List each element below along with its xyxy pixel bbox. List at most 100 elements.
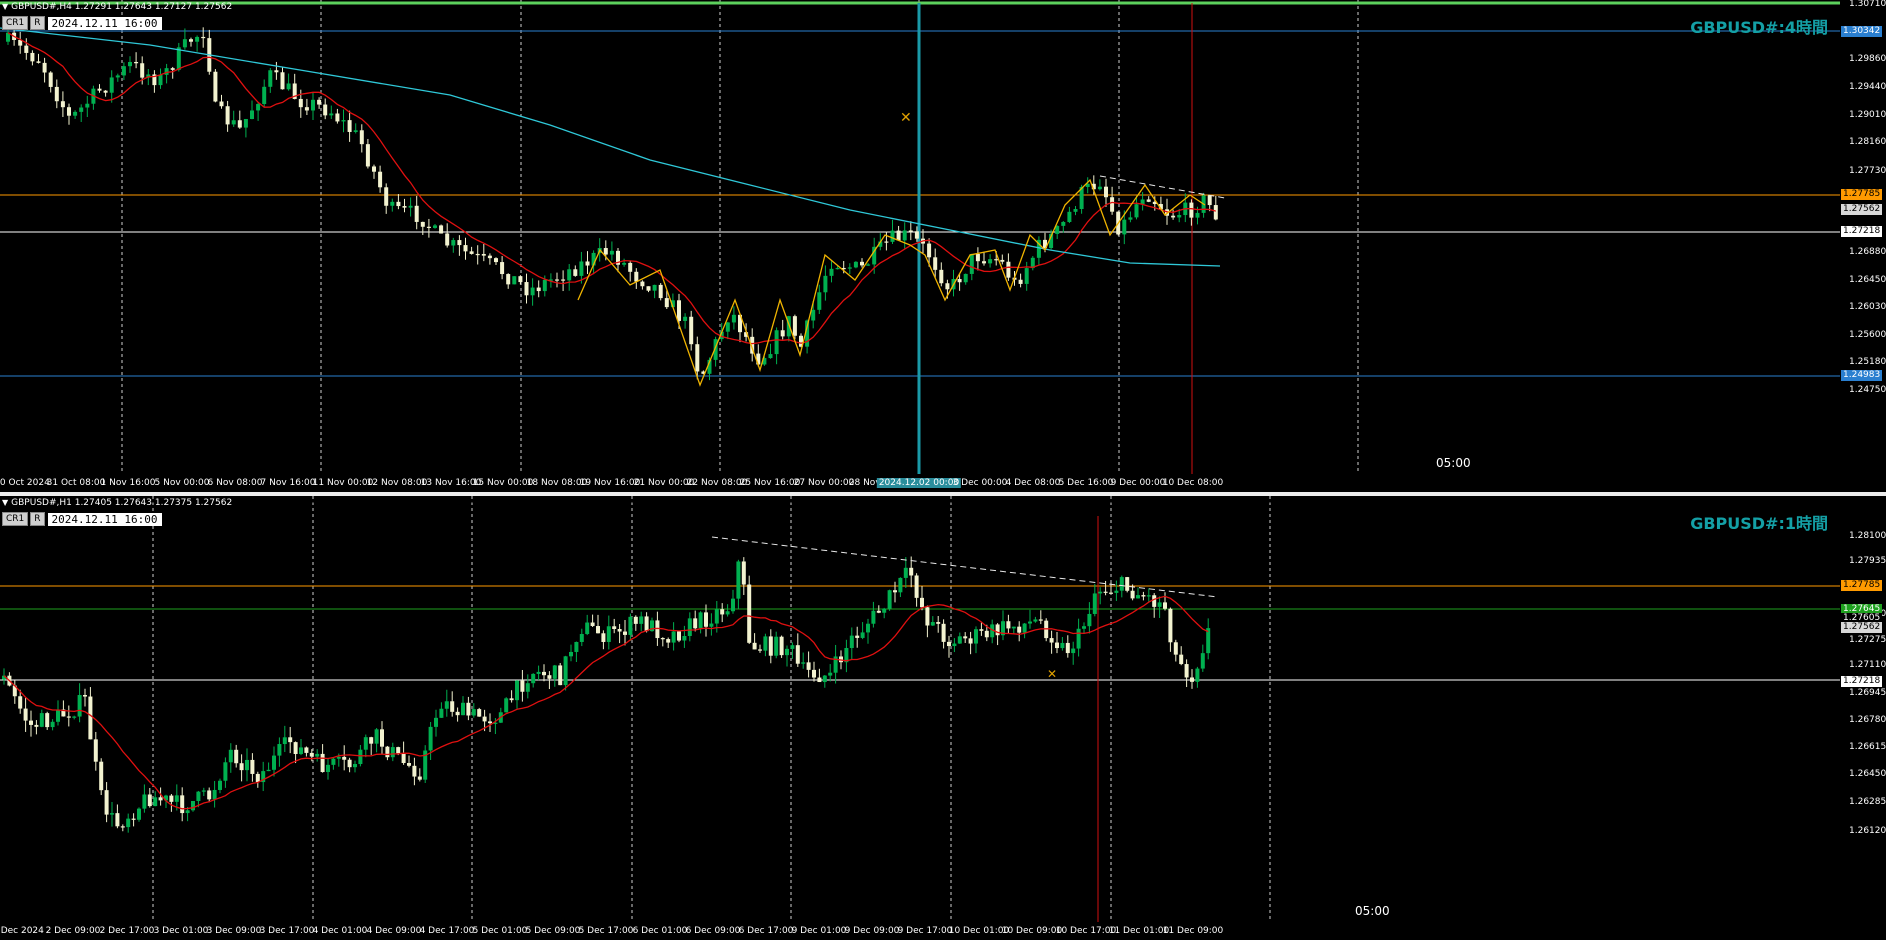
h1-candle-body bbox=[412, 765, 417, 777]
h4-candle-body bbox=[54, 86, 59, 102]
h4-candle-body bbox=[866, 264, 871, 266]
h1-candle-body bbox=[380, 729, 384, 747]
h4-candle-body bbox=[823, 275, 828, 293]
h1-candle-body bbox=[790, 645, 795, 649]
h1-candle-body bbox=[93, 739, 98, 762]
h4-time-scale[interactable]: 30 Oct 202431 Oct 08:001 Nov 16:005 Nov … bbox=[0, 474, 1840, 492]
cr1-button[interactable]: CR1 bbox=[2, 16, 29, 30]
h4-candle-body bbox=[408, 205, 413, 208]
r-button[interactable]: R bbox=[30, 16, 45, 30]
h4-candle-body bbox=[121, 66, 126, 76]
h1-candle-body bbox=[29, 720, 33, 725]
h1-candle-body bbox=[304, 747, 309, 753]
h1-time-label: 6 Dec 17:00 bbox=[738, 926, 794, 936]
h1-candle-body bbox=[515, 680, 519, 701]
h4-candle-body bbox=[725, 322, 730, 332]
h4-candle-body bbox=[115, 75, 120, 78]
h1-price-scale[interactable]: 1.281001.279351.274401.272751.271101.269… bbox=[1841, 496, 1886, 940]
h4-chart-panel[interactable]: ✕ ▼ GBPUSD#,H4 1.27291 1.27643 1.27127 1.… bbox=[0, 0, 1886, 492]
h4-candle-body bbox=[414, 205, 419, 222]
h4-vline-label: 05:00 bbox=[1436, 456, 1471, 470]
h1-candle-body bbox=[725, 611, 730, 615]
h4-candle-body bbox=[914, 231, 919, 239]
h1-time-label: 3 Dec 01:00 bbox=[153, 926, 209, 936]
h4-candle-body bbox=[335, 113, 340, 122]
h1-candle-body bbox=[552, 665, 557, 679]
h1-candle-body bbox=[590, 622, 595, 627]
h1-candle-body bbox=[1082, 626, 1086, 629]
h1-candle-body bbox=[752, 642, 757, 650]
h4-candle-body bbox=[689, 316, 694, 345]
h1-time-scale[interactable]: 2 Dec 20242 Dec 09:002 Dec 17:003 Dec 01… bbox=[0, 922, 1840, 940]
h1-candle-body bbox=[801, 662, 806, 664]
h1-candle-body bbox=[968, 638, 973, 644]
h1-candle-body bbox=[655, 620, 660, 639]
h1-time-label: 5 Dec 09:00 bbox=[525, 926, 581, 936]
h1-date-box[interactable]: 2024.12.11 16:00 bbox=[47, 512, 162, 526]
h4-price-tick: 1.25600 bbox=[1849, 330, 1886, 340]
h1-candle-body bbox=[23, 708, 28, 721]
h4-candle-body bbox=[317, 99, 322, 105]
h4-candle-body bbox=[426, 226, 431, 228]
h1-price-plot[interactable]: ✕ bbox=[0, 496, 1840, 922]
h1-candle-body bbox=[77, 695, 82, 717]
h4-time-label: 5 Dec 16:00 bbox=[1058, 478, 1114, 488]
h4-candle-body bbox=[982, 261, 986, 264]
h1-candle-body bbox=[331, 758, 336, 765]
h1-time-label: 2 Dec 09:00 bbox=[45, 926, 101, 936]
h4-candle-body bbox=[237, 120, 242, 128]
h1-candle-body bbox=[191, 800, 195, 811]
h1-candle-body bbox=[569, 651, 573, 657]
h1-candle-body bbox=[547, 675, 552, 679]
collapse-triangle-icon[interactable]: ▼ bbox=[2, 498, 8, 507]
h4-price-tick: 1.26030 bbox=[1849, 302, 1886, 312]
h4-candle-body bbox=[323, 104, 328, 116]
h4-candle-body bbox=[573, 269, 578, 276]
r-button[interactable]: R bbox=[30, 512, 45, 526]
h4-date-box[interactable]: 2024.12.11 16:00 bbox=[47, 16, 162, 30]
h1-candle-body bbox=[39, 713, 44, 727]
h1-candle-body bbox=[1006, 621, 1011, 629]
h4-candle-body bbox=[201, 36, 206, 39]
h4-time-label: 27 Nov 00:00 bbox=[793, 478, 855, 488]
h4-price-plot[interactable]: ✕ bbox=[0, 0, 1840, 474]
h4-price-label-current: 1.27562 bbox=[1841, 204, 1883, 215]
h1-candle-body bbox=[1146, 595, 1151, 597]
h4-candle-body bbox=[182, 39, 187, 48]
collapse-triangle-icon[interactable]: ▼ bbox=[2, 2, 8, 11]
h1-candle-body bbox=[828, 672, 833, 676]
h4-candle-body bbox=[524, 282, 529, 296]
h1-candle-body bbox=[758, 649, 762, 651]
h4-price-scale[interactable]: 1.30710 1.29860 1.29440 1.29010 1.28160 1.277… bbox=[1841, 0, 1886, 492]
h1-candle-body bbox=[1038, 619, 1043, 621]
h1-candle-body bbox=[45, 713, 50, 728]
h4-candle-body bbox=[585, 261, 590, 266]
h1-candle-body bbox=[563, 656, 568, 686]
crosshair-cursor-icon: ✕ bbox=[1047, 667, 1057, 681]
h1-chart-panel[interactable]: ✕ ▼ GBPUSD#,H1 1.27405 1.27643 1.27375 1.… bbox=[0, 496, 1886, 940]
h4-time-label: 7 Nov 16:00 bbox=[260, 478, 316, 488]
cr1-button[interactable]: CR1 bbox=[2, 512, 29, 526]
h1-candle-body bbox=[1022, 623, 1027, 633]
h1-candle-body bbox=[747, 584, 752, 643]
h4-candle-body bbox=[311, 99, 315, 111]
h4-price-label-white: 1.27218 bbox=[1841, 226, 1883, 237]
h4-candle-body bbox=[24, 45, 29, 53]
h1-candle-body bbox=[88, 696, 93, 740]
h4-candle-body bbox=[280, 72, 285, 90]
h1-toolbar: CR1 R 2024.12.11 16:00 bbox=[2, 512, 162, 526]
h4-candle-body bbox=[372, 166, 376, 172]
h4-time-label: 9 Dec 00:00 bbox=[1110, 478, 1166, 488]
h4-candle-body bbox=[835, 267, 840, 270]
h1-candle-body bbox=[234, 749, 239, 764]
h1-time-label: 4 Dec 09:00 bbox=[366, 926, 422, 936]
h1-candle-body bbox=[957, 636, 962, 644]
h1-candle-body bbox=[428, 726, 433, 751]
h4-candle-body bbox=[768, 354, 773, 359]
h4-candle-body bbox=[268, 70, 273, 87]
h4-price-tick: 1.29010 bbox=[1849, 110, 1886, 120]
h1-candle-body bbox=[763, 636, 768, 651]
h1-candle-body bbox=[444, 701, 449, 709]
h1-candle-body bbox=[714, 609, 719, 624]
h1-time-label: 10 Dec 17:00 bbox=[1055, 926, 1117, 936]
